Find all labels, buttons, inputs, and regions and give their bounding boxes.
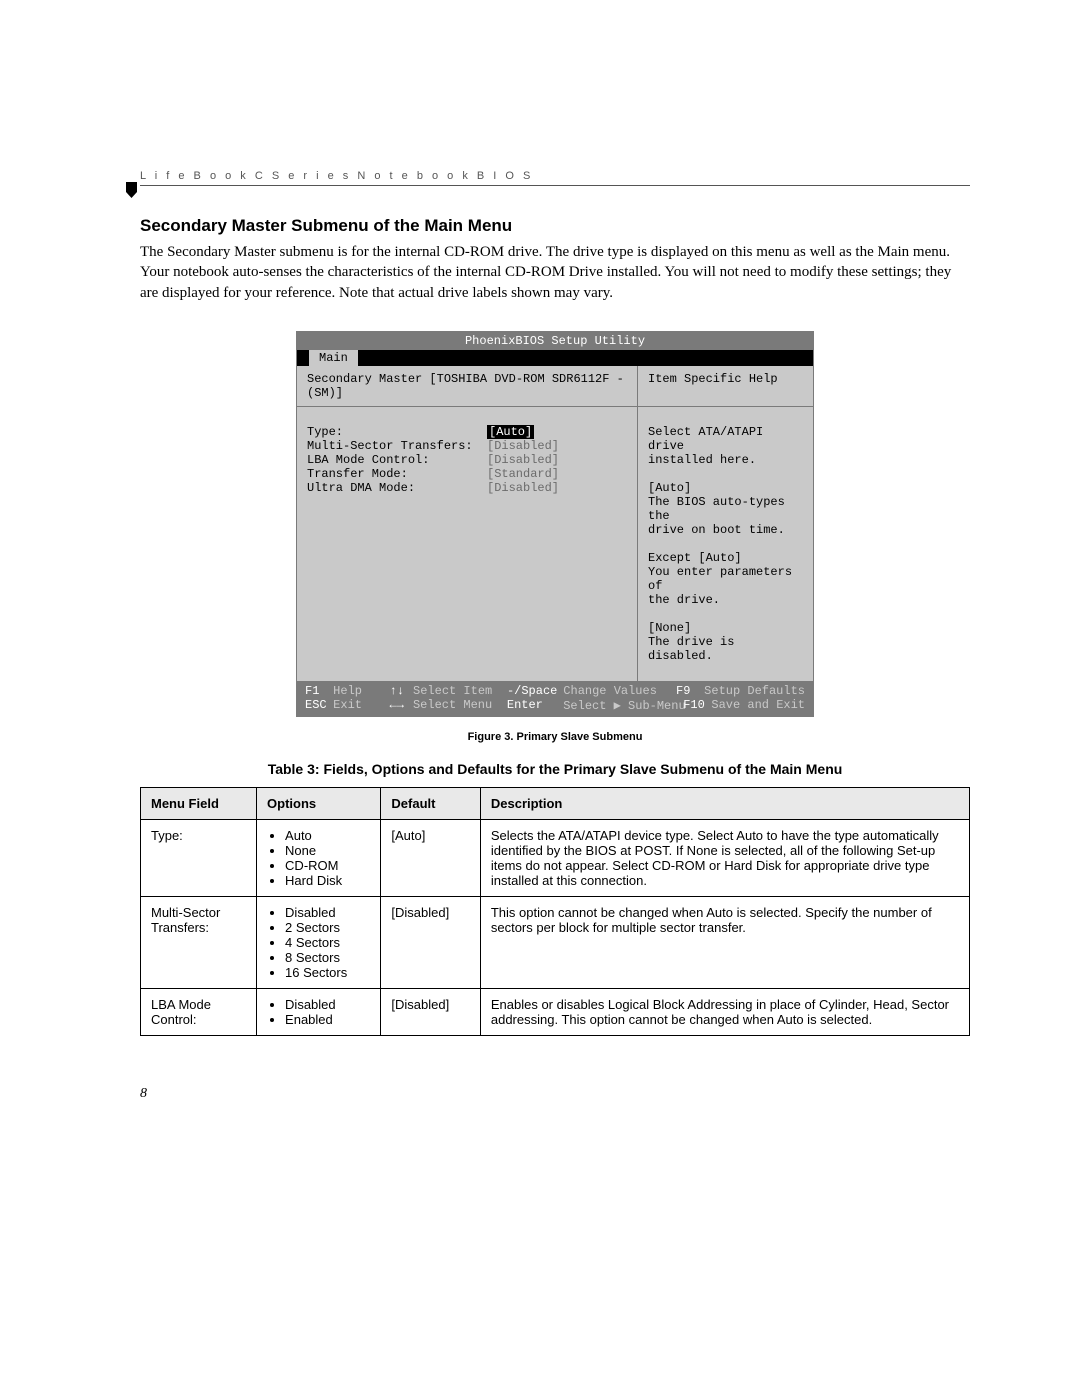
section-body: The Secondary Master submenu is for the … xyxy=(140,242,970,303)
option-item: Disabled xyxy=(285,905,370,920)
running-header: L i f e B o o k C S e r i e s N o t e b … xyxy=(140,170,970,186)
bios-setting-value[interactable]: [Auto] xyxy=(487,425,534,439)
bios-subhead-left: Secondary Master [TOSHIBA DVD-ROM SDR611… xyxy=(297,366,638,406)
table-row: Multi-Sector Transfers:Disabled2 Sectors… xyxy=(141,896,970,988)
f10-key: F10 xyxy=(683,698,711,713)
option-item: 4 Sectors xyxy=(285,935,370,950)
cell-default: [Disabled] xyxy=(381,988,480,1035)
cell-options: Disabled2 Sectors4 Sectors8 Sectors16 Se… xyxy=(257,896,381,988)
section-title: Secondary Master Submenu of the Main Men… xyxy=(140,216,970,236)
figure-caption: Figure 3. Primary Slave Submenu xyxy=(140,731,970,743)
setup-defaults-label: Setup Defaults xyxy=(704,684,805,698)
bios-settings-pane: Type:[Auto]Multi-Sector Transfers:[Disab… xyxy=(297,407,638,681)
enter-key: Enter xyxy=(507,698,563,713)
save-exit-label: Save and Exit xyxy=(711,698,805,713)
bios-footer: F1 Help ↑↓ Select Item -/Space Change Va… xyxy=(297,681,813,716)
cell-menu-field: Multi-Sector Transfers: xyxy=(141,896,257,988)
bios-setting-label: Transfer Mode: xyxy=(307,467,487,481)
bios-setting-row: Type:[Auto] xyxy=(307,425,627,439)
option-item: Disabled xyxy=(285,997,370,1012)
esc-key: ESC xyxy=(305,698,333,713)
cell-description: Selects the ATA/ATAPI device type. Selec… xyxy=(480,819,969,896)
bios-setting-label: Type: xyxy=(307,425,487,439)
bios-setting-value: [Disabled] xyxy=(487,481,559,495)
table-row: LBA Mode Control:DisabledEnabled[Disable… xyxy=(141,988,970,1035)
bios-title: PhoenixBIOS Setup Utility xyxy=(297,332,813,350)
bios-setting-row: Multi-Sector Transfers:[Disabled] xyxy=(307,439,627,453)
select-item-label: Select Item xyxy=(413,684,507,698)
bios-help-pane: Select ATA/ATAPI drive installed here. [… xyxy=(638,407,813,681)
bios-setting-row: Transfer Mode:[Standard] xyxy=(307,467,627,481)
bios-tab-bar: Main xyxy=(297,350,813,366)
f1-key: F1 xyxy=(305,684,333,698)
table-caption: Table 3: Fields, Options and Defaults fo… xyxy=(140,761,970,777)
cell-options: AutoNoneCD-ROMHard Disk xyxy=(257,819,381,896)
bios-screenshot: PhoenixBIOS Setup Utility Main Secondary… xyxy=(296,331,814,717)
bios-setting-value: [Disabled] xyxy=(487,453,559,467)
cell-menu-field: LBA Mode Control: xyxy=(141,988,257,1035)
option-item: None xyxy=(285,843,370,858)
table-header-row: Menu Field Options Default Description xyxy=(141,787,970,819)
cell-menu-field: Type: xyxy=(141,819,257,896)
cell-default: [Disabled] xyxy=(381,896,480,988)
bios-setting-value: [Standard] xyxy=(487,467,559,481)
bios-setting-row: LBA Mode Control:[Disabled] xyxy=(307,453,627,467)
bios-setting-label: LBA Mode Control: xyxy=(307,453,487,467)
option-item: Hard Disk xyxy=(285,873,370,888)
option-item: Auto xyxy=(285,828,370,843)
updown-icon: ↑↓ xyxy=(390,684,413,698)
bios-setting-value: [Disabled] xyxy=(487,439,559,453)
option-item: 16 Sectors xyxy=(285,965,370,980)
fields-table: Menu Field Options Default Description T… xyxy=(140,787,970,1036)
table-row: Type:AutoNoneCD-ROMHard Disk[Auto]Select… xyxy=(141,819,970,896)
select-sub-label: Select ▶ Sub-Menu xyxy=(563,698,683,713)
header-marker-icon xyxy=(126,182,137,198)
bios-setting-label: Ultra DMA Mode: xyxy=(307,481,487,495)
option-item: Enabled xyxy=(285,1012,370,1027)
cell-options: DisabledEnabled xyxy=(257,988,381,1035)
th-default: Default xyxy=(381,787,480,819)
option-item: 2 Sectors xyxy=(285,920,370,935)
th-description: Description xyxy=(480,787,969,819)
bios-help-text: Select ATA/ATAPI drive installed here. [… xyxy=(648,425,803,663)
minus-space-key: -/Space xyxy=(507,684,563,698)
page-number: 8 xyxy=(140,1086,970,1102)
bios-setting-label: Multi-Sector Transfers: xyxy=(307,439,487,453)
exit-label: Exit xyxy=(333,698,389,713)
option-item: 8 Sectors xyxy=(285,950,370,965)
bios-setting-row: Ultra DMA Mode:[Disabled] xyxy=(307,481,627,495)
cell-default: [Auto] xyxy=(381,819,480,896)
th-options: Options xyxy=(257,787,381,819)
select-menu-label: Select Menu xyxy=(413,698,507,713)
f9-key: F9 xyxy=(676,684,704,698)
th-menu-field: Menu Field xyxy=(141,787,257,819)
bios-subheader: Secondary Master [TOSHIBA DVD-ROM SDR611… xyxy=(297,366,813,406)
help-label: Help xyxy=(333,684,389,698)
change-values-label: Change Values xyxy=(563,684,676,698)
bios-subhead-right: Item Specific Help xyxy=(638,366,813,406)
running-head-text: L i f e B o o k C S e r i e s N o t e b … xyxy=(140,170,533,182)
option-item: CD-ROM xyxy=(285,858,370,873)
leftright-icon: ←→ xyxy=(390,698,413,713)
cell-description: This option cannot be changed when Auto … xyxy=(480,896,969,988)
cell-description: Enables or disables Logical Block Addres… xyxy=(480,988,969,1035)
bios-tab-main[interactable]: Main xyxy=(309,350,358,366)
